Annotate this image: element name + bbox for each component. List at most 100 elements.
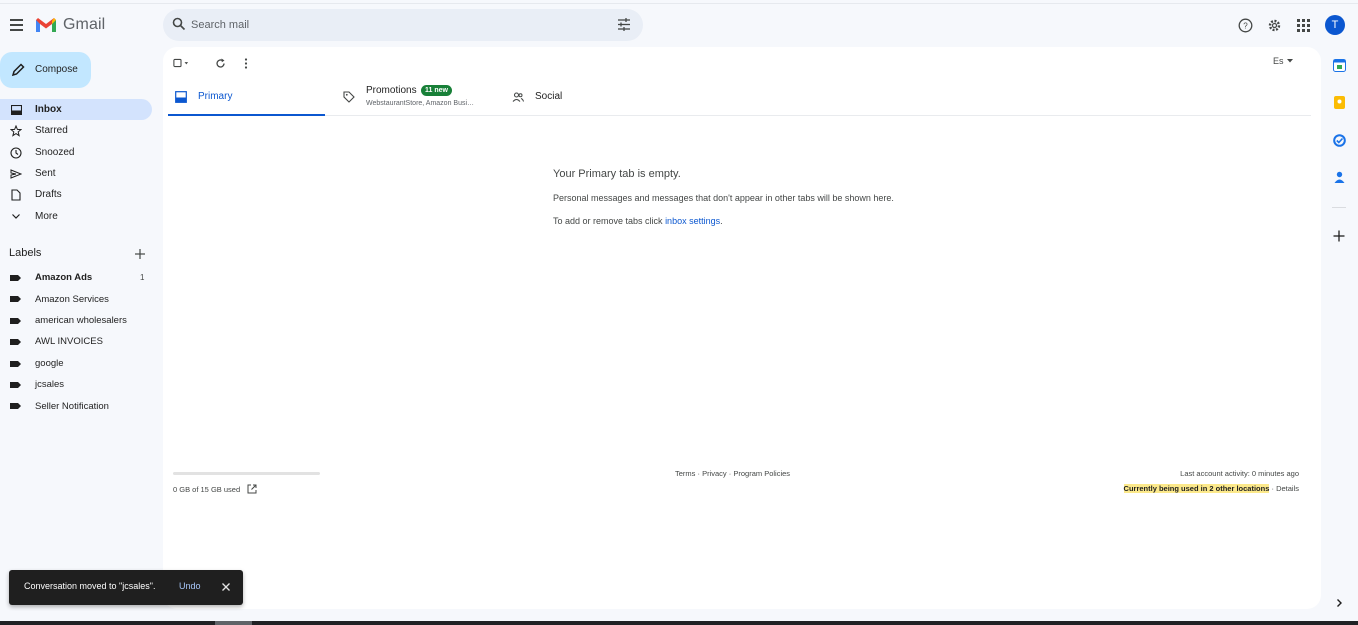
label-item-american-wholesalers[interactable]: american wholesalers — [0, 310, 152, 331]
sidebar-item-sent[interactable]: Sent — [0, 163, 152, 184]
unread-count: 1 — [140, 273, 145, 282]
sidebar-item-starred[interactable]: Starred — [0, 120, 152, 141]
terms-link[interactable]: Terms — [675, 469, 695, 478]
account-avatar[interactable]: T — [1325, 15, 1345, 35]
label-item-jcsales[interactable]: jcsales — [0, 374, 152, 395]
tab-social[interactable]: Social — [505, 81, 625, 116]
compose-button[interactable]: Compose — [0, 52, 91, 88]
label-name: google — [35, 357, 64, 369]
program-policies-link[interactable]: Program Policies — [733, 469, 790, 478]
new-count-badge: 11 new — [421, 85, 452, 96]
close-icon[interactable] — [220, 581, 232, 593]
sidebar-item-inbox[interactable]: Inbox — [0, 99, 152, 121]
account-activity: Last account activity: 0 minutes ago Cur… — [1123, 469, 1299, 493]
rail-divider — [1332, 207, 1346, 208]
label-tag-icon — [10, 275, 21, 281]
inbox-icon — [10, 104, 22, 116]
search-options-icon[interactable] — [617, 18, 631, 31]
sidebar-nav: Inbox Starred Snoozed Sent Drafts More — [0, 99, 152, 227]
sidebar-item-snoozed[interactable]: Snoozed — [0, 142, 152, 163]
empty-state-message: Personal messages and messages that don'… — [553, 193, 894, 203]
tab-promotions[interactable]: Promotions 11 new WebstaurantStore, Amaz… — [336, 81, 501, 116]
clock-icon — [10, 147, 22, 159]
sidebar-item-label: Snoozed — [35, 146, 75, 158]
privacy-link[interactable]: Privacy — [702, 469, 727, 478]
tab-senders-snippet: WebstaurantStore, Amazon Busi… — [366, 100, 475, 107]
last-activity-text: Last account activity: 0 minutes ago — [1180, 469, 1299, 478]
calendar-icon[interactable] — [1332, 58, 1346, 72]
label-item-awl-invoices[interactable]: AWL INVOICES — [0, 331, 152, 352]
other-locations-warning: Currently being used in 2 other location… — [1123, 484, 1270, 493]
gmail-logo[interactable]: Gmail — [35, 15, 105, 35]
storage-info: 0 GB of 15 GB used — [173, 472, 320, 494]
compose-label: Compose — [35, 64, 78, 75]
create-label-plus-icon[interactable] — [133, 247, 147, 261]
support-icon[interactable]: ? — [1236, 16, 1254, 34]
send-icon — [10, 168, 22, 180]
labels-heading: Labels — [9, 247, 42, 259]
select-checkbox[interactable] — [173, 56, 189, 70]
label-name: Seller Notification — [35, 400, 109, 412]
more-options-icon[interactable] — [238, 56, 254, 70]
search-icon[interactable] — [172, 17, 186, 31]
policy-links: Terms · Privacy · Program Policies — [675, 469, 791, 478]
sidebar-item-label: More — [35, 210, 58, 222]
search-input[interactable] — [191, 15, 611, 35]
top-border — [0, 0, 1358, 4]
label-tag-icon — [10, 317, 21, 324]
label-tag-icon — [10, 403, 21, 410]
add-addon-plus-icon[interactable] — [1332, 229, 1346, 243]
gmail-wordmark: Gmail — [63, 16, 106, 33]
label-tag-icon — [10, 339, 21, 346]
search-bar[interactable] — [163, 9, 643, 41]
tasks-icon[interactable] — [1332, 133, 1346, 147]
open-in-new-icon[interactable] — [247, 484, 257, 494]
label-item-amazon-services[interactable]: Amazon Services — [0, 288, 152, 309]
label-name: Amazon Ads — [35, 272, 93, 284]
sidebar-item-label: Inbox — [35, 104, 62, 116]
people-icon — [512, 92, 524, 102]
label-item-amazon-ads[interactable]: Amazon Ads 1 — [0, 267, 152, 288]
svg-text:?: ? — [1243, 21, 1248, 30]
sidebar-item-label: Drafts — [35, 189, 62, 201]
label-tag-icon — [10, 360, 21, 367]
label-item-google[interactable]: google — [0, 353, 152, 374]
empty-state-title: Your Primary tab is empty. — [553, 168, 681, 180]
keep-icon[interactable] — [1332, 95, 1346, 109]
sidebar-item-drafts[interactable]: Drafts — [0, 184, 152, 205]
label-name: Amazon Services — [35, 293, 109, 305]
apps-grid-icon[interactable] — [1294, 16, 1312, 34]
main-panel: Es Primary Promotions 11 new Webstaurant… — [163, 47, 1321, 609]
inbox-settings-link[interactable]: inbox settings — [665, 216, 720, 226]
label-name: jcsales — [35, 379, 65, 391]
refresh-icon[interactable] — [212, 56, 228, 70]
sidebar-item-more[interactable]: More — [0, 205, 152, 226]
pencil-icon — [11, 63, 25, 77]
tab-primary[interactable]: Primary — [168, 81, 325, 116]
activity-details-link[interactable]: Details — [1276, 484, 1299, 493]
labels-list: Amazon Ads 1 Amazon Services american wh… — [0, 267, 152, 417]
contacts-icon[interactable] — [1332, 170, 1346, 184]
hint-prefix: To add or remove tabs click — [553, 216, 666, 226]
main-menu-button[interactable] — [6, 15, 26, 35]
label-item-seller-notification[interactable]: Seller Notification — [0, 395, 152, 416]
undo-button[interactable]: Undo — [179, 581, 201, 591]
empty-state-settings-hint: To add or remove tabs click inbox settin… — [553, 216, 1053, 226]
snackbar-message: Conversation moved to "jcsales". — [24, 581, 156, 591]
storage-usage-text: 0 GB of 15 GB used — [173, 484, 241, 494]
tab-label: Promotions — [366, 85, 417, 96]
expand-side-panel-chevron-icon[interactable] — [1332, 596, 1346, 610]
star-icon — [10, 125, 22, 137]
hint-suffix: . — [720, 216, 723, 226]
snackbar-notification: Conversation moved to "jcsales". Undo — [9, 570, 243, 605]
tab-label: Primary — [198, 91, 233, 102]
category-tabs: Primary Promotions 11 new WebstaurantSto… — [168, 81, 1311, 116]
storage-meter — [173, 472, 320, 475]
label-tag-icon — [10, 296, 21, 303]
label-tag-icon — [10, 381, 21, 388]
settings-gear-icon[interactable] — [1265, 16, 1283, 34]
input-tools-toggle[interactable]: Es — [1273, 56, 1293, 66]
tab-label: Social — [535, 91, 563, 102]
empty-state: Your Primary tab is empty. Personal mess… — [553, 168, 1053, 226]
chevron-down-icon — [10, 210, 22, 222]
